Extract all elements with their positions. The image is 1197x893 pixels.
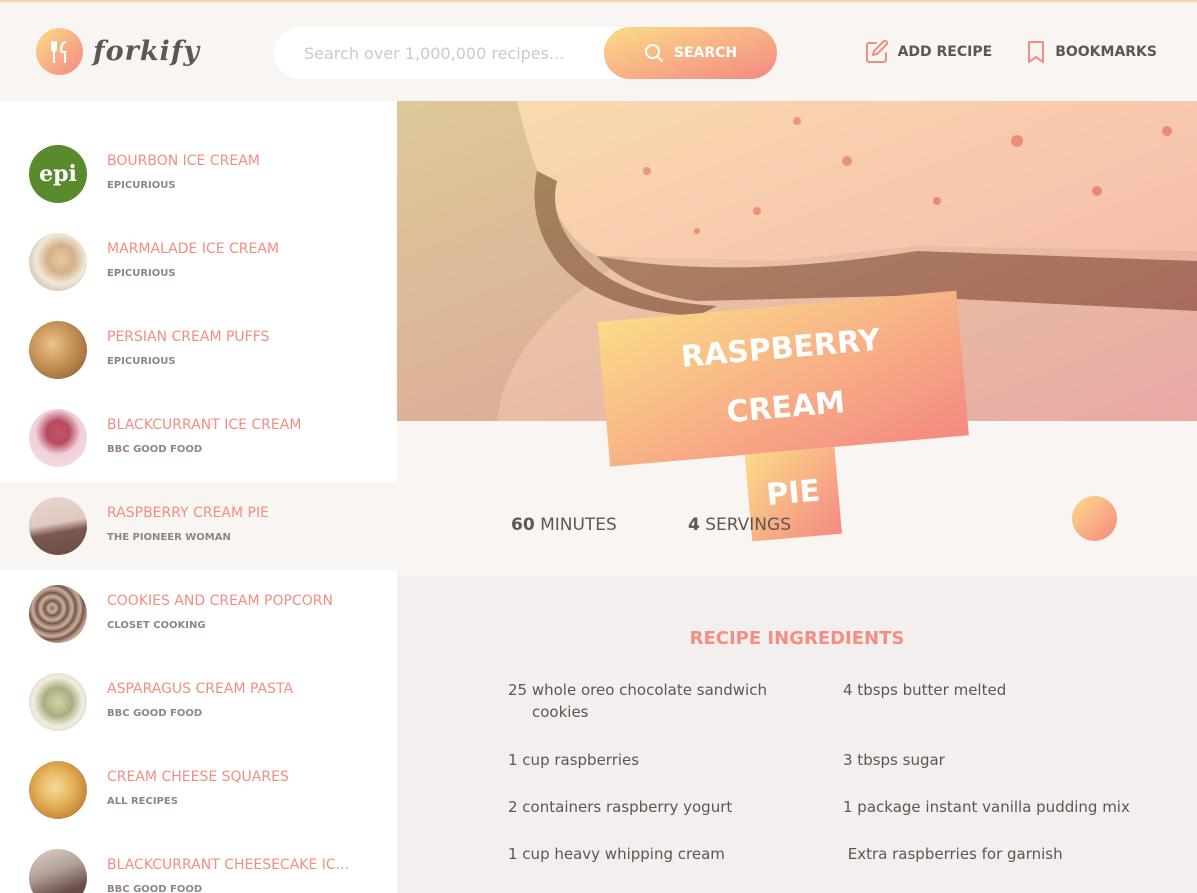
user-generated-button[interactable]: [1072, 496, 1117, 541]
result-item[interactable]: Cream Cheese Squares All Recipes: [0, 746, 397, 834]
result-item[interactable]: Blackcurrant Ice Cream BBC Good Food: [0, 394, 397, 482]
logo-text: forkify: [93, 36, 201, 67]
recipe-title: Raspberry Cream Pie: [597, 290, 977, 553]
ingredient-item: 4 tbsps butter melted: [843, 681, 1007, 699]
result-thumbnail: [29, 497, 87, 555]
search-icon: [644, 44, 663, 62]
result-thumbnail: [29, 409, 87, 467]
result-title: Raspberry Cream Pie: [107, 505, 269, 521]
ingredient-item: 3 tbsps sugar: [843, 751, 945, 769]
minutes-label: minutes: [540, 515, 617, 535]
ingredient-item: 1 cup heavy whipping cream: [508, 845, 725, 863]
bookmarks-label: Bookmarks: [1055, 44, 1157, 60]
result-title: Cookies and Cream Popcorn: [107, 593, 333, 609]
result-title: Cream Cheese Squares: [107, 769, 289, 785]
result-thumbnail: [29, 673, 87, 731]
result-publisher: BBC Good Food: [107, 884, 203, 893]
ingredients-heading: Recipe ingredients: [689, 628, 905, 649]
add-recipe-label: Add recipe: [897, 44, 993, 60]
bookmark-icon: [1028, 41, 1045, 63]
result-item[interactable]: Persian Cream Puffs Epicurious: [0, 306, 397, 394]
result-item[interactable]: epi Bourbon Ice Cream Epicurious: [0, 130, 397, 218]
result-publisher: Closet Cooking: [107, 620, 206, 631]
add-recipe-button[interactable]: Add recipe: [865, 40, 993, 64]
cooking-time: 60 minutes: [511, 515, 617, 535]
result-publisher: Epicurious: [107, 356, 176, 367]
edit-icon: [865, 40, 888, 63]
result-item[interactable]: Blackcurrant Cheesecake Ic... BBC Good F…: [0, 834, 397, 893]
ingredient-item: 25 whole oreo chocolate sandwich cookies: [508, 681, 767, 721]
minutes-value: 60: [511, 515, 535, 535]
result-thumbnail: [29, 849, 87, 893]
result-publisher: BBC Good Food: [107, 708, 203, 719]
result-publisher: Epicurious: [107, 180, 176, 191]
search-form: Search: [274, 27, 777, 79]
result-item-active[interactable]: Raspberry Cream Pie The Pioneer Woman: [0, 482, 397, 570]
epi-logo-thumbnail: epi: [29, 145, 87, 203]
logo[interactable]: forkify: [36, 28, 200, 75]
search-results: epi Bourbon Ice Cream Epicurious Marmala…: [0, 101, 397, 893]
ingredients-section: Recipe ingredients 25 whole oreo chocola…: [397, 576, 1197, 893]
result-title: Blackcurrant Cheesecake Ic...: [107, 857, 350, 873]
header: forkify Search Add recipe Bookmarks: [0, 0, 1197, 101]
result-publisher: Epicurious: [107, 268, 176, 279]
servings-label: servings: [705, 515, 791, 535]
servings: 4 servings: [688, 515, 791, 535]
result-thumbnail: [29, 233, 87, 291]
ingredient-item: 1 package instant vanilla pudding mix: [843, 798, 1130, 816]
main-nav: Add recipe Bookmarks: [865, 40, 1157, 64]
recipe-title-line-1: Raspberry Cream: [597, 290, 969, 467]
ingredient-item: 1 cup raspberries: [508, 751, 640, 769]
result-title: Marmalade Ice Cream: [107, 241, 280, 257]
ingredient-item: Extra raspberries for garnish: [843, 845, 1063, 863]
result-item[interactable]: Cookies and Cream Popcorn Closet Cooking: [0, 570, 397, 658]
fork-knife-icon: [36, 28, 83, 75]
result-thumbnail: [29, 321, 87, 379]
servings-value: 4: [688, 515, 700, 535]
search-button-label: Search: [673, 45, 738, 61]
result-publisher: The Pioneer Woman: [107, 532, 231, 543]
ingredient-item: 2 containers raspberry yogurt: [508, 798, 733, 816]
result-item[interactable]: Marmalade Ice Cream Epicurious: [0, 218, 397, 306]
search-input[interactable]: [304, 43, 594, 63]
result-thumbnail: [29, 761, 87, 819]
recipe-view: Raspberry Cream Pie 60 minutes 4 serving…: [397, 101, 1197, 893]
result-title: Bourbon Ice Cream: [107, 153, 260, 169]
result-title: Asparagus Cream Pasta: [107, 681, 294, 697]
result-title: Persian Cream Puffs: [107, 329, 270, 345]
search-button[interactable]: Search: [604, 27, 777, 79]
result-publisher: BBC Good Food: [107, 444, 203, 455]
result-title: Blackcurrant Ice Cream: [107, 417, 302, 433]
result-thumbnail: [29, 585, 87, 643]
bookmarks-button[interactable]: Bookmarks: [1026, 40, 1157, 64]
result-publisher: All Recipes: [107, 796, 178, 807]
result-item[interactable]: Asparagus Cream Pasta BBC Good Food: [0, 658, 397, 746]
